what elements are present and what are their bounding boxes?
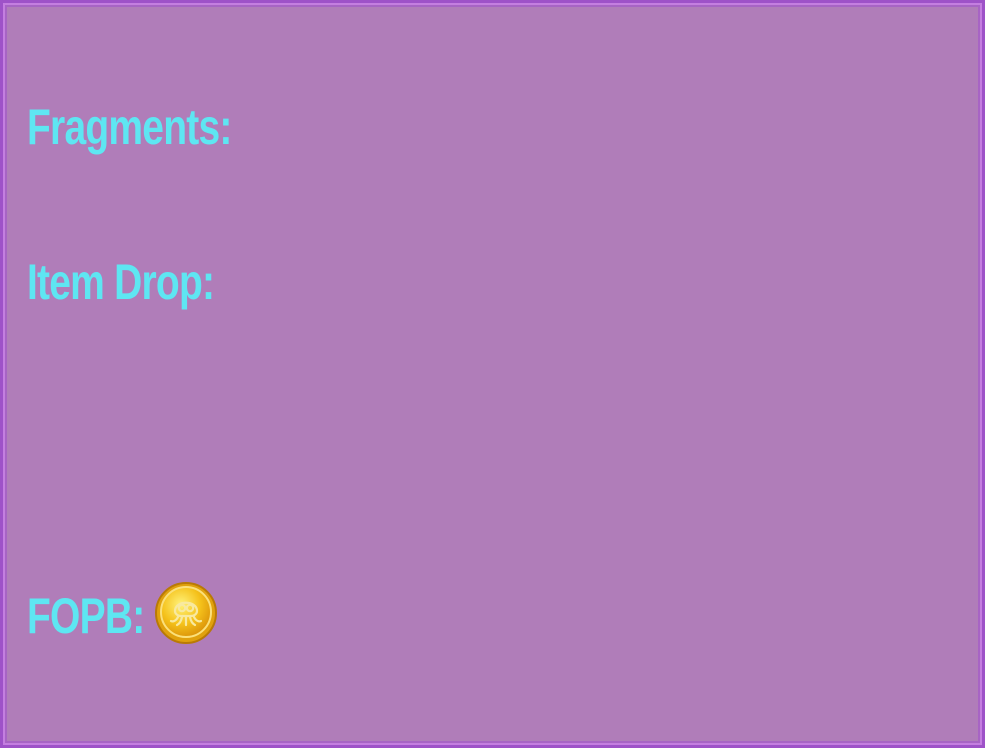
gold-coin-icon: [155, 582, 217, 644]
reward-panel: Fragments: Item Drop: FOPB:: [0, 0, 985, 748]
fopb-label: FOPB:: [27, 588, 145, 644]
fragments-label: Fragments:: [27, 99, 232, 155]
item-drop-label: Item Drop:: [27, 254, 215, 310]
